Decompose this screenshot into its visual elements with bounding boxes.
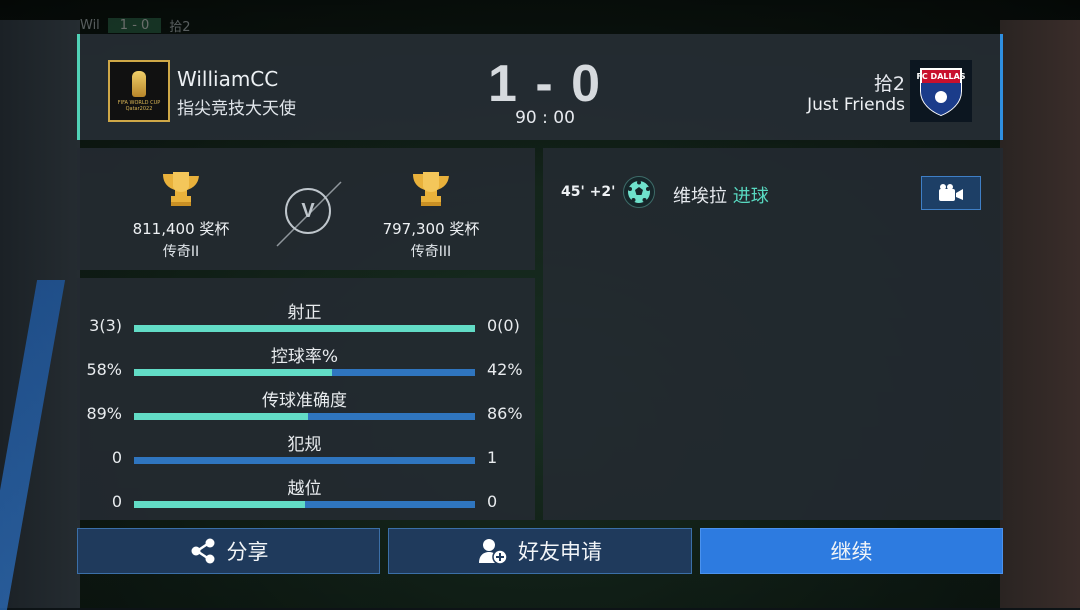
stat-row-shots-on-target: 射正 3(3) 0(0) [77,302,535,346]
stat-home-value: 58% [86,360,122,379]
away-club-badge: FC DALLAS [910,60,972,122]
stat-away-value: 0 [487,492,498,511]
stat-bar-home-fill [134,325,475,332]
stat-away-value: 0(0) [487,316,520,335]
stat-away-value: 1 [487,448,498,467]
stat-label: 控球率% [270,347,339,367]
stat-home-value: 89% [86,404,122,423]
event-description: 维埃拉 进球 [673,182,769,208]
stat-label: 射正 [287,303,322,323]
versus-icon: V [285,188,331,234]
stat-home-value: 3(3) [89,316,122,335]
home-badge-text: FIFA WORLD CUP Qatar2022 [117,99,161,112]
friend-request-button-label: 好友申请 [518,540,602,564]
stat-label: 犯规 [287,435,322,455]
share-button[interactable]: 分享 [77,528,380,574]
event-type: 进球 [732,186,769,207]
home-trophy-block: 811,400 奖杯 传奇II [121,168,241,261]
home-club-badge: FIFA WORLD CUP Qatar2022 [108,60,170,122]
stat-bar [134,457,475,464]
match-stats-panel: 射正 3(3) 0(0) 控球率% 58% 42% 传球准确度 89% 86% … [77,278,535,520]
friend-request-button[interactable]: 好友申请 [388,528,692,574]
away-player-name: 拾2 [873,73,905,95]
add-friend-icon [479,539,508,565]
stadium-stand-right [1000,20,1080,608]
stat-bar-home-fill [134,369,332,376]
away-team-name: Just Friends [807,95,905,115]
share-button-label: 分享 [226,540,269,564]
background-scoreboard: Wil 1 - 0 拾2 [80,14,380,36]
continue-button[interactable]: 继续 [700,528,1003,574]
soccer-ball-icon [623,176,655,208]
match-events-panel: 45' +2' 维埃拉 进球 [543,148,1003,520]
trophy-icon [413,172,449,206]
home-trophy-points: 811,400 奖杯 [132,220,230,238]
event-player-name: 维埃拉 [673,186,727,207]
share-icon [191,538,214,564]
stat-home-value: 0 [111,448,122,467]
away-rank: 传奇III [410,244,452,260]
ad-board [0,280,66,610]
stat-bar-home-fill [134,501,305,508]
stat-away-value: 86% [487,404,523,423]
replay-video-button[interactable] [921,176,981,210]
stat-bar [134,325,475,332]
stat-bar [134,369,475,376]
background-scoreboard-name: Wil [80,17,100,33]
background-scoreboard-away: 拾2 [169,19,191,35]
stat-row-pass-accuracy: 传球准确度 89% 86% [77,390,535,434]
away-badge-text: FC DALLAS [916,72,965,81]
home-rank: 传奇II [162,244,200,260]
fc-dallas-crest-icon: FC DALLAS [916,68,966,117]
stat-away-value: 42% [487,360,523,379]
continue-button-label: 继续 [830,540,873,564]
stat-row-offsides: 越位 0 0 [77,478,535,522]
home-player-name: WilliamCC [177,67,279,91]
stat-label: 传球准确度 [262,391,347,411]
stat-bar [134,413,475,420]
trophy-icon [163,172,199,206]
match-score: 1 - 0 [487,55,603,113]
away-trophy-block: 797,300 奖杯 传奇III [371,168,491,261]
match-clock: 90 : 00 [515,108,575,128]
stat-row-possession: 控球率% 58% 42% [77,346,535,390]
away-trophy-points: 797,300 奖杯 [382,220,480,238]
stat-bar-home-fill [134,413,308,420]
background-scoreboard-score: 1 - 0 [107,17,162,33]
world-cup-trophy-icon [132,70,146,97]
trophy-comparison-panel: 811,400 奖杯 传奇II V 797,300 奖杯 传奇III [77,148,535,270]
stat-bar [134,501,475,508]
stat-row-fouls: 犯规 0 1 [77,434,535,478]
stadium-stand-left [0,20,80,610]
stat-home-value: 0 [111,492,122,511]
stat-label: 越位 [287,479,322,499]
event-time: 45' +2' [561,184,616,200]
video-camera-icon [939,184,963,201]
match-header: FIFA WORLD CUP Qatar2022 WilliamCC 指尖竞技大… [77,34,1003,140]
home-team-name: 指尖竞技大天使 [177,99,296,119]
